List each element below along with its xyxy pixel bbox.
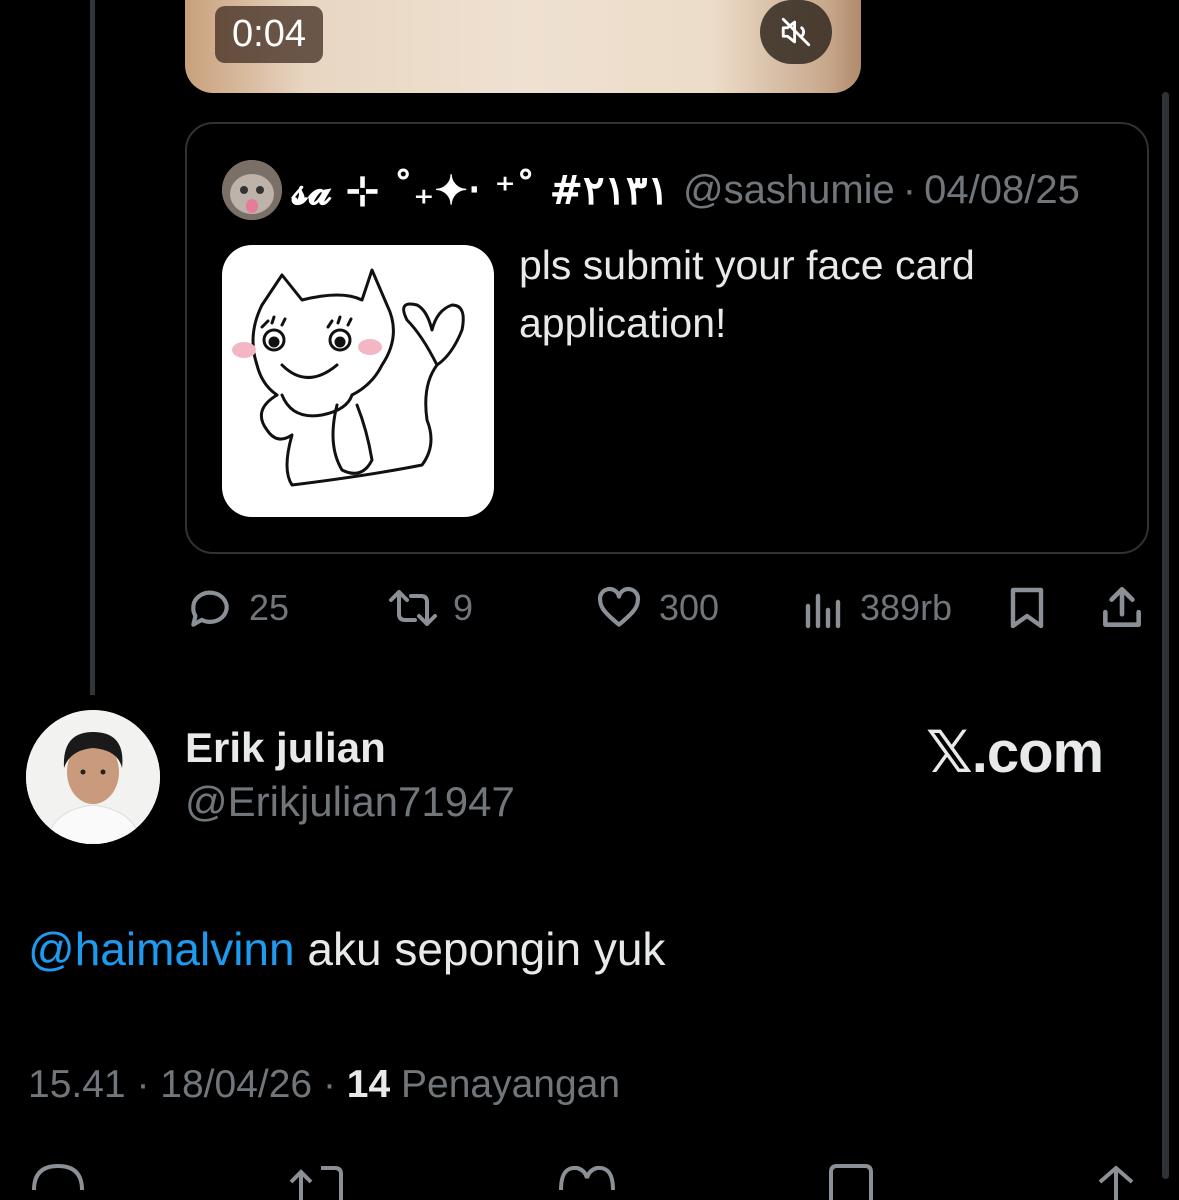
share-button[interactable] — [1097, 578, 1147, 638]
reply-icon — [191, 590, 229, 627]
speaker-muted-icon — [781, 17, 811, 47]
video-timestamp: 0:04 — [215, 6, 323, 63]
reply-author-avatar[interactable] — [26, 710, 160, 844]
meta-separator: · — [136, 1063, 150, 1106]
reply-count: 25 — [249, 587, 290, 628]
reply-author-name[interactable]: Erik julian — [185, 724, 386, 772]
tweet-action-bar: 25 9 300 389rb — [185, 578, 1149, 638]
views-count: 14 — [346, 1063, 391, 1106]
heart-icon[interactable] — [555, 1160, 619, 1200]
view-count: 389rb — [860, 587, 953, 628]
repost-count: 9 — [453, 587, 474, 628]
reply-icon[interactable] — [28, 1160, 88, 1200]
quoted-date: 04/08/25 — [924, 167, 1080, 212]
post-date: 18/04/26 — [160, 1063, 313, 1106]
quoted-display-name[interactable]: 𝓼𝓪 ⊹ ˚₊✦‧ ⁺˚ #٢١٣١ — [292, 167, 669, 214]
mute-button[interactable] — [760, 0, 832, 64]
meta-separator: · — [322, 1063, 336, 1106]
mention-link[interactable]: @haimalvinn — [28, 923, 295, 975]
quoted-handle[interactable]: @sashumie — [683, 168, 895, 213]
repost-button[interactable]: 9 — [385, 578, 473, 638]
reply-body: aku sepongin yuk — [294, 923, 666, 975]
repost-icon — [389, 590, 437, 626]
quoted-media-thumbnail[interactable] — [222, 245, 494, 517]
reply-author-handle[interactable]: @Erikjulian71947 — [185, 778, 515, 826]
views-button[interactable]: 389rb — [800, 578, 952, 638]
views-label: Penayangan — [401, 1063, 621, 1106]
post-time: 15.41 — [28, 1063, 126, 1106]
x-brand-logo: 𝕏.com — [926, 720, 1104, 785]
bookmark-button[interactable] — [1003, 578, 1051, 638]
quoted-avatar[interactable] — [222, 160, 282, 220]
reply-text: @haimalvinn aku sepongin yuk — [28, 922, 665, 976]
bookmark-icon — [1010, 587, 1044, 629]
share-icon — [1103, 586, 1141, 627]
tweet-meta-footer: 15.41 · 18/04/26 · 14 Penayangan — [28, 1063, 620, 1107]
share-icon[interactable] — [1090, 1160, 1142, 1200]
like-count: 300 — [659, 587, 720, 628]
meta-separator: · — [902, 167, 917, 212]
repost-icon[interactable] — [285, 1160, 351, 1200]
reply-button[interactable]: 25 — [185, 578, 289, 638]
quoted-tweet-text: pls submit your face card application! — [519, 242, 975, 346]
bookmark-icon[interactable] — [825, 1160, 877, 1200]
like-button[interactable]: 300 — [593, 578, 719, 638]
heart-icon — [597, 586, 641, 627]
quoted-header: 𝓼𝓪 ⊹ ˚₊✦‧ ⁺˚ #٢١٣١ @sashumie · 04/08/25 — [292, 160, 1080, 220]
scrollbar[interactable] — [1162, 92, 1169, 1179]
thread-connector-line — [90, 0, 95, 695]
analytics-bar-icon — [805, 593, 841, 629]
